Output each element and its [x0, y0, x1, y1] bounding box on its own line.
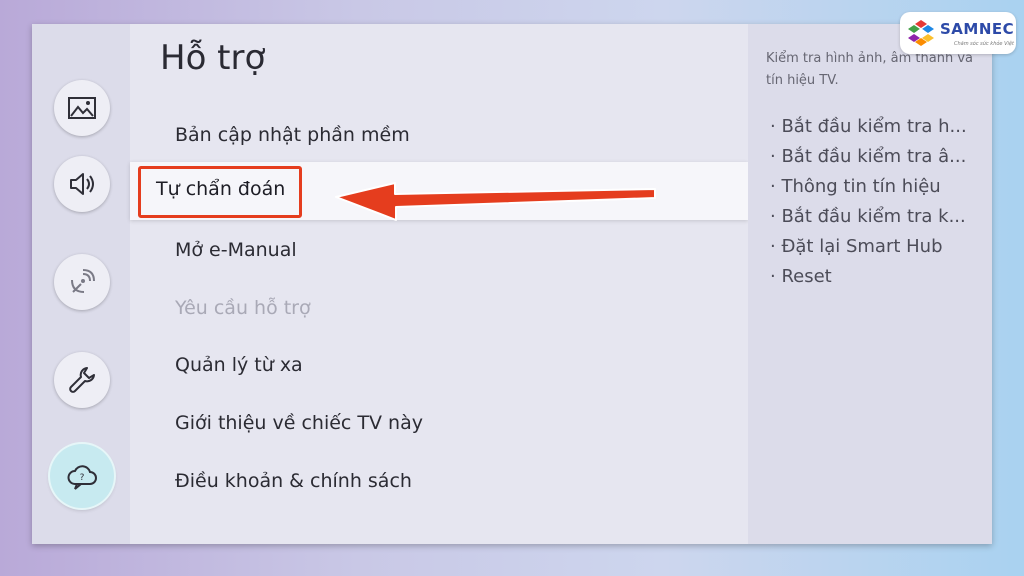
picture-icon: [68, 97, 96, 119]
sidebar-item-broadcast[interactable]: [54, 254, 110, 310]
description-text: Kiểm tra hình ảnh, âm thanh và tín hiệu …: [766, 51, 973, 88]
samnec-logo-tagline: Chăm sóc sức khỏe Việt: [954, 41, 1014, 47]
sidebar-item-picture[interactable]: [54, 80, 110, 136]
menu-item-terms-policy[interactable]: Điều khoản & chính sách: [175, 470, 412, 492]
description-item: · Thông tin tín hiệu: [770, 176, 941, 197]
menu-item-remote-management[interactable]: Quản lý từ xa: [175, 354, 303, 376]
samnec-logo-icon: [908, 20, 934, 46]
settings-sidebar: ?: [32, 24, 130, 544]
support-cloud-icon: ?: [67, 465, 97, 490]
description-list: · Bắt đầu kiểm tra h... · Bắt đầu kiểm t…: [770, 112, 980, 292]
description-item: · Bắt đầu kiểm tra â...: [770, 146, 967, 167]
sidebar-item-sound[interactable]: [54, 156, 110, 212]
menu-item-software-update[interactable]: Bản cập nhật phần mềm: [175, 124, 410, 146]
sidebar-item-general[interactable]: [54, 352, 110, 408]
menu-item-e-manual[interactable]: Mở e-Manual: [175, 239, 297, 261]
samnec-logo: SAMNEC Chăm sóc sức khỏe Việt: [900, 12, 1016, 54]
support-menu-panel: Hỗ trợ Bản cập nhật phần mềm Tự chẩn đoá…: [130, 24, 806, 544]
annotation-highlight-box: [138, 166, 302, 218]
description-item: · Bắt đầu kiểm tra h...: [770, 116, 967, 137]
page-title: Hỗ trợ: [160, 38, 266, 78]
description-item: · Bắt đầu kiểm tra k...: [770, 206, 966, 227]
tv-screen: ? Hỗ trợ Bản cập nhật phần mềm Tự chẩn đ…: [32, 24, 992, 544]
description-item: · Reset: [770, 266, 832, 287]
description-panel: Kiểm tra hình ảnh, âm thanh và tín hiệu …: [748, 24, 992, 544]
broadcast-icon: [71, 269, 95, 293]
sound-icon: [70, 173, 94, 195]
sidebar-item-support[interactable]: ?: [50, 444, 114, 508]
svg-text:?: ?: [80, 473, 85, 483]
samnec-logo-name: SAMNEC: [940, 20, 1015, 38]
menu-item-about-tv[interactable]: Giới thiệu về chiếc TV này: [175, 412, 423, 434]
wrench-icon: [69, 367, 95, 393]
description-item: · Đặt lại Smart Hub: [770, 236, 943, 257]
menu-item-request-support: Yêu cầu hỗ trợ: [175, 297, 311, 319]
